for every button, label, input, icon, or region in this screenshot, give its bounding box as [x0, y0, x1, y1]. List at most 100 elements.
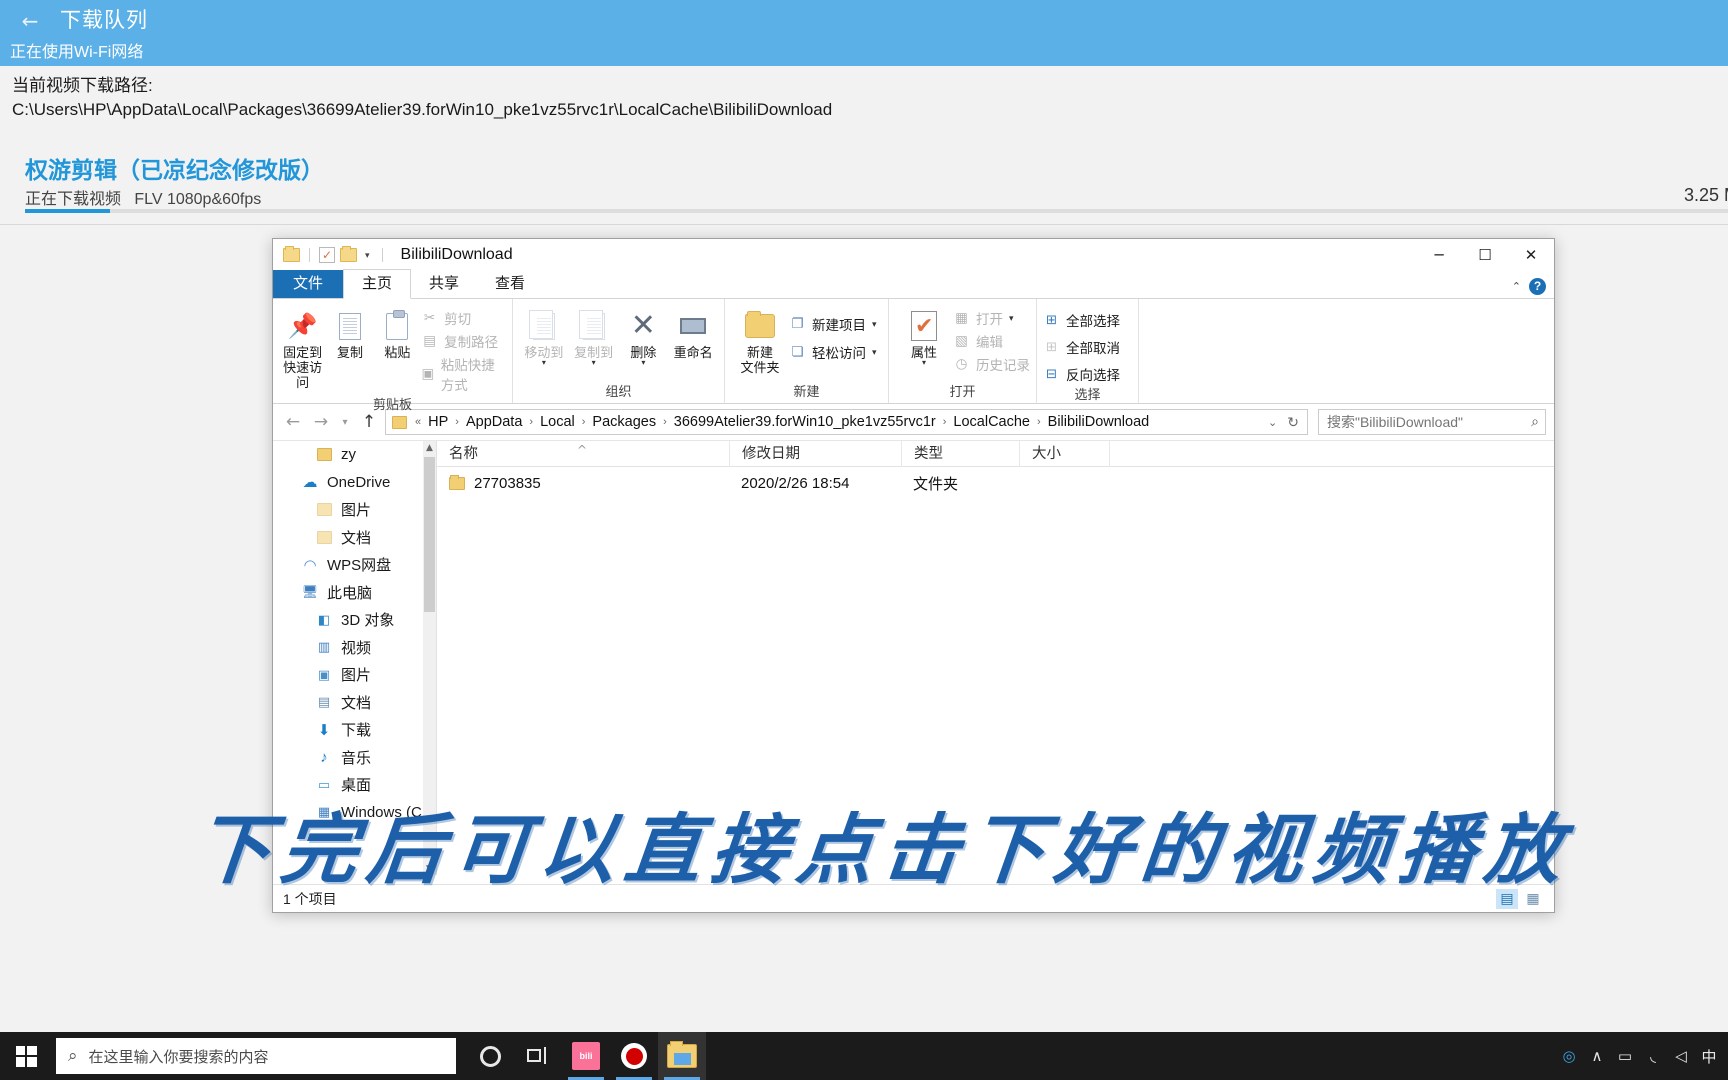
properties-caret-icon[interactable]: ▾	[922, 359, 926, 367]
task-view-icon[interactable]	[514, 1032, 562, 1080]
copy-label: 复制	[337, 345, 364, 360]
move-to-button[interactable]: 移动到 ▾	[519, 302, 569, 367]
ime-icon[interactable]: 中	[1696, 1032, 1722, 1080]
nav-item-videos[interactable]: ▥ 视频	[273, 634, 436, 662]
show-hidden-icons-icon[interactable]: ∧	[1584, 1032, 1610, 1080]
new-folder-button[interactable]: 新建 文件夹	[731, 302, 789, 375]
tab-view[interactable]: 查看	[477, 270, 543, 298]
invert-selection-icon: ⊟	[1045, 366, 1058, 381]
nav-item-documents[interactable]: ▤ 文档	[273, 689, 436, 717]
search-input[interactable]	[1325, 413, 1532, 431]
nav-item-documents-onedrive[interactable]: 文档	[273, 524, 436, 552]
nav-item-this-pc[interactable]: 🖥 此电脑	[273, 579, 436, 607]
easy-access-button[interactable]: ❏ 轻松访问 ▾	[789, 342, 877, 362]
breadcrumb-item-package[interactable]: 36699Atelier39.forWin10_pke1vz55rvc1r	[671, 414, 939, 430]
volume-icon[interactable]: ◁	[1668, 1032, 1694, 1080]
sort-ascending-icon: ^	[577, 442, 588, 457]
network-icon[interactable]: ◟	[1640, 1032, 1666, 1080]
chevron-down-icon[interactable]: ⌄	[1266, 416, 1279, 429]
nav-item-downloads[interactable]: ⬇ 下载	[273, 716, 436, 744]
search-box[interactable]: ⌕	[1318, 409, 1546, 435]
help-icon[interactable]: ?	[1529, 278, 1546, 295]
tab-home[interactable]: 主页	[343, 269, 412, 299]
screen-recorder-icon[interactable]	[610, 1032, 658, 1080]
file-explorer-icon[interactable]	[658, 1032, 706, 1080]
back-arrow-icon[interactable]: ←	[14, 6, 46, 36]
cell-name[interactable]: 27703835	[437, 474, 729, 492]
nav-item-onedrive[interactable]: ☁ OneDrive	[273, 469, 436, 497]
new-folder-icon[interactable]	[340, 246, 357, 262]
copy-path-button[interactable]: ▤ 复制路径	[421, 331, 506, 351]
nav-item-zy[interactable]: zy	[273, 441, 436, 469]
open-caret-icon[interactable]: ▾	[1009, 313, 1014, 324]
easy-access-caret-icon[interactable]: ▾	[872, 347, 877, 358]
copy-to-caret-icon[interactable]: ▾	[592, 359, 596, 367]
search-icon[interactable]: ⌕	[1531, 414, 1539, 430]
new-item-button[interactable]: ❐ 新建项目 ▾	[789, 314, 877, 334]
rename-button[interactable]: 重命名	[668, 302, 718, 360]
nav-item-pictures[interactable]: ▣ 图片	[273, 661, 436, 689]
breadcrumb-item-local[interactable]: Local	[537, 414, 578, 430]
breadcrumb-item-localcache[interactable]: LocalCache	[950, 414, 1033, 430]
wps-help-icon[interactable]: ◎	[1556, 1032, 1582, 1080]
group-label-select: 选择	[1074, 387, 1101, 402]
collapse-ribbon-icon[interactable]: ⌃	[1512, 280, 1521, 293]
scrollbar-thumb[interactable]	[424, 457, 435, 612]
cut-button[interactable]: ✂ 剪切	[421, 308, 506, 328]
ribbon-group-select: ⊞ 全部选择 ⊞ 全部取消 ⊟ 反向选择 选择	[1037, 299, 1139, 403]
breadcrumb-item-packages[interactable]: Packages	[589, 414, 659, 430]
history-button[interactable]: ◷ 历史记录	[953, 354, 1030, 374]
select-all-button[interactable]: ⊞ 全部选择	[1043, 310, 1120, 330]
breadcrumb-item-hp[interactable]: HP	[425, 414, 451, 430]
breadcrumb[interactable]: « HP › AppData › Local › Packages › 3669…	[385, 409, 1308, 435]
nav-item-wps-cloud[interactable]: ◠ WPS网盘	[273, 551, 436, 579]
nav-label: WPS网盘	[327, 557, 392, 575]
column-header-size[interactable]: 大小	[1019, 440, 1109, 467]
battery-icon[interactable]: ▭	[1612, 1032, 1638, 1080]
folder-icon	[449, 474, 465, 490]
maximize-button[interactable]: ☐	[1462, 239, 1508, 271]
copy-path-icon: ▤	[423, 333, 436, 348]
section-divider	[0, 224, 1728, 225]
table-row[interactable]: 27703835 2020/2/26 18:54 文件夹	[437, 467, 1554, 499]
minimize-button[interactable]: ─	[1416, 239, 1462, 271]
close-button[interactable]: ✕	[1508, 239, 1554, 271]
tab-share[interactable]: 共享	[411, 270, 477, 298]
bilibili-icon[interactable]: bili	[562, 1032, 610, 1080]
refresh-icon[interactable]: ↻	[1285, 414, 1301, 431]
open-button[interactable]: ▦ 打开 ▾	[953, 308, 1030, 328]
properties-button[interactable]: ✔ 属性 ▾	[895, 302, 953, 367]
customize-caret-icon[interactable]: ▾	[362, 250, 373, 261]
nav-label: 图片	[341, 667, 372, 685]
nav-item-music[interactable]: ♪ 音乐	[273, 744, 436, 772]
column-header-type[interactable]: 类型	[901, 440, 1019, 467]
new-item-caret-icon[interactable]: ▾	[872, 319, 877, 330]
delete-button[interactable]: ✕ 删除 ▾	[619, 302, 669, 367]
copy-to-icon	[578, 307, 605, 345]
nav-item-3d-objects[interactable]: ◧ 3D 对象	[273, 606, 436, 634]
paste-shortcut-button[interactable]: ▣ 粘贴快捷方式	[421, 354, 506, 394]
taskbar-search-box[interactable]: ⌕ 在这里输入你要搜索的内容	[56, 1038, 456, 1074]
paste-button[interactable]: 粘贴	[374, 302, 421, 360]
move-to-caret-icon[interactable]: ▾	[542, 359, 546, 367]
properties-checkbox-icon[interactable]: ✓	[319, 247, 335, 263]
folder-icon[interactable]	[283, 246, 300, 262]
invert-selection-button[interactable]: ⊟ 反向选择	[1043, 364, 1120, 384]
column-header-modified[interactable]: 修改日期	[729, 440, 901, 467]
download-item-title[interactable]: 权游剪辑（已凉纪念修改版）	[25, 151, 324, 185]
cortana-icon[interactable]	[466, 1032, 514, 1080]
copy-button[interactable]: 复制	[326, 302, 373, 360]
nav-item-pictures-onedrive[interactable]: 图片	[273, 496, 436, 524]
delete-caret-icon[interactable]: ▾	[641, 359, 645, 367]
breadcrumb-item-appdata[interactable]: AppData	[463, 414, 525, 430]
tab-file[interactable]: 文件	[273, 270, 344, 298]
edit-button[interactable]: ▧ 编辑	[953, 331, 1030, 351]
copy-to-button[interactable]: 复制到 ▾	[569, 302, 619, 367]
column-header-name[interactable]: 名称 ^	[437, 441, 729, 467]
breadcrumb-item-current[interactable]: BilibiliDownload	[1045, 414, 1153, 430]
pin-to-quick-access-button[interactable]: 📌 固定到 快速访问	[279, 302, 326, 390]
windows-start-icon[interactable]	[0, 1032, 52, 1080]
scroll-up-icon[interactable]: ▲	[423, 441, 436, 455]
select-none-button[interactable]: ⊞ 全部取消	[1043, 337, 1120, 357]
music-icon: ♪	[320, 748, 328, 766]
